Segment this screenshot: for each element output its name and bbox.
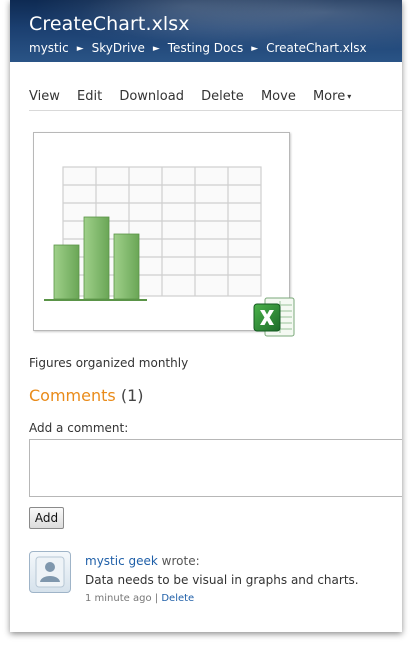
breadcrumb-separator-icon: ► [251,44,259,54]
comment-input[interactable] [29,439,402,497]
page-title: CreateChart.xlsx [29,13,190,35]
delete-comment-link[interactable]: Delete [161,593,194,604]
comment-meta: 1 minute ago | Delete [85,593,194,604]
comments-title: Comments [29,386,116,405]
edit-button[interactable]: Edit [77,89,102,104]
more-label: More [312,89,346,104]
comment-timestamp: 1 minute ago [85,593,152,604]
avatar[interactable] [29,551,71,593]
breadcrumb-item-skydrive[interactable]: SkyDrive [92,41,145,55]
breadcrumb-separator-icon: ► [76,44,84,54]
comment-meta-separator: | [154,593,159,604]
comment-author-line: mystic geek wrote: [85,554,200,568]
comments-heading: Comments (1) [29,386,144,405]
chart-bar [53,244,80,300]
more-menu-button[interactable]: More ▾ [313,89,351,104]
page-frame: CreateChart.xlsx mystic ► SkyDrive ► Testing… [10,0,402,632]
file-description: Figures organized monthly [29,356,189,370]
download-button[interactable]: Download [119,89,184,104]
header-banner: CreateChart.xlsx mystic ► SkyDrive ► Testing… [10,0,402,62]
delete-button[interactable]: Delete [201,89,244,104]
view-button[interactable]: View [29,89,60,104]
comment-author-link[interactable]: mystic geek [85,554,158,568]
breadcrumb: mystic ► SkyDrive ► Testing Docs ► CreateChart… [29,41,367,55]
chart-bar [83,216,110,300]
breadcrumb-item-testing-docs[interactable]: Testing Docs [168,41,243,55]
user-icon [35,556,65,588]
chevron-down-icon: ▾ [347,92,352,101]
breadcrumb-item-mystic[interactable]: mystic [29,41,69,55]
add-comment-button[interactable]: Add [29,507,64,529]
move-button[interactable]: Move [261,89,296,104]
comment-text: Data needs to be visual in graphs and ch… [85,573,359,587]
command-bar: View Edit Download Delete Move More ▾ [29,89,364,104]
toolbar-divider [29,110,402,111]
breadcrumb-item-current-file[interactable]: CreateChart.xlsx [266,41,366,55]
breadcrumb-separator-icon: ► [152,44,160,54]
add-comment-label: Add a comment: [29,421,129,435]
excel-icon [251,295,297,341]
chart-bar [113,233,140,300]
comments-count: (1) [120,386,144,405]
comment-wrote-label: wrote: [161,554,200,568]
